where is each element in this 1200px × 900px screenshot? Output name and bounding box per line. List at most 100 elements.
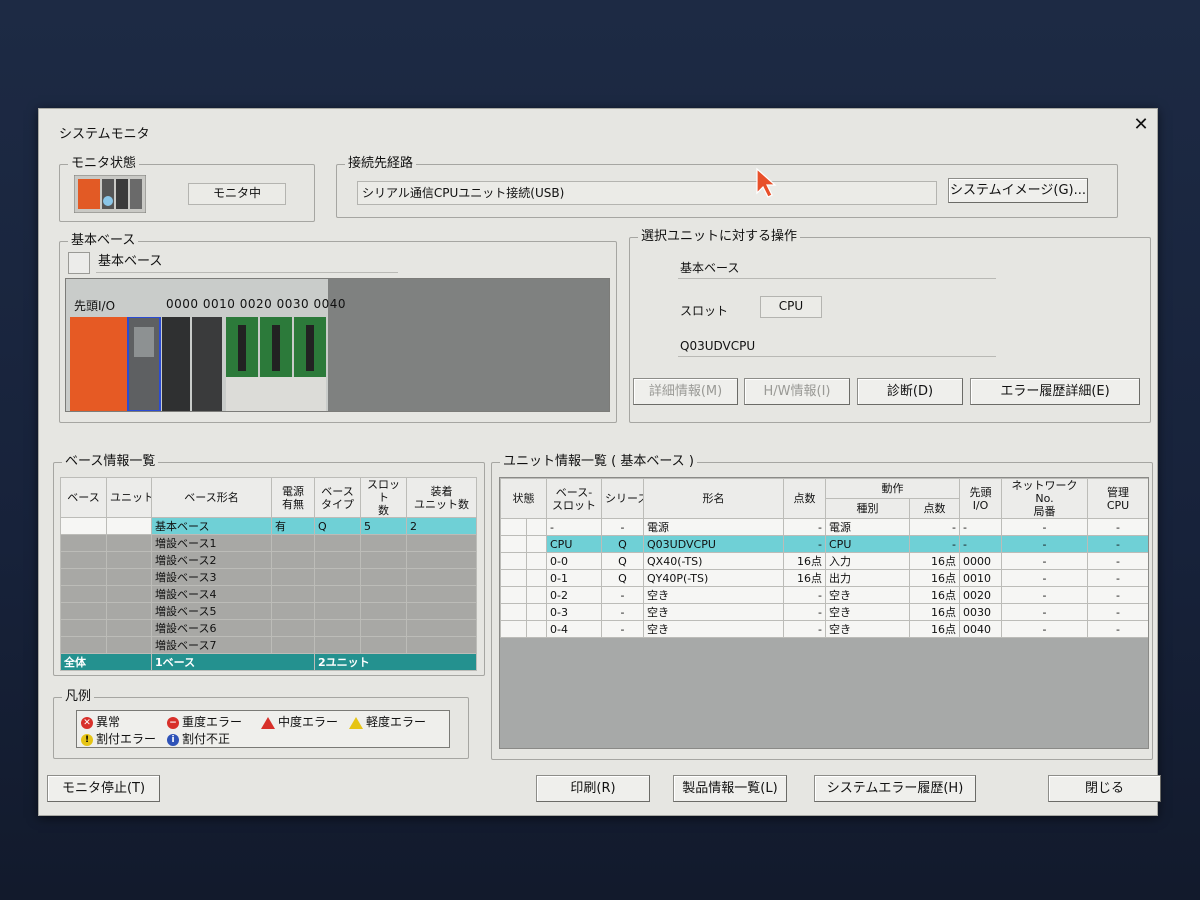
- unit-model-cell: Q03UDVCPU: [643, 535, 784, 553]
- base-list-row[interactable]: 増設ベース2: [60, 551, 477, 569]
- unit-list-row[interactable]: CPU Q Q03UDVCPU - CPU - - - -: [500, 535, 1148, 553]
- unit-op-type-cell: 入力: [825, 552, 910, 570]
- power-cell: [271, 585, 315, 603]
- io-address: 0010: [202, 297, 236, 311]
- base-list-legend: ベース情報一覧: [62, 454, 159, 470]
- unit-series-cell: Q: [601, 552, 644, 570]
- base-legend: 基本ベース: [68, 233, 139, 249]
- unit-list-row[interactable]: 0-2- 空き - 空き 16点 0020- -: [500, 586, 1148, 604]
- base-type-cell: [314, 551, 361, 569]
- power-cell: [271, 619, 315, 637]
- base-model-cell: 増設ベース6: [151, 619, 272, 637]
- unit-series-cell: Q: [601, 535, 644, 553]
- product-info-list-button[interactable]: 製品情報一覧(L): [673, 775, 787, 802]
- unit-op-points-cell: 16点: [909, 552, 960, 570]
- unit-list-group: ユニット情報一覧 ( 基本ベース ) 状態 ベース- スロット シリーズ 形名 …: [491, 454, 1153, 760]
- status-icon-cell: [500, 569, 527, 587]
- stop-monitor-button[interactable]: モニタ停止(T): [47, 775, 160, 802]
- base-cell: [60, 568, 107, 586]
- mounted-units-cell: [406, 534, 477, 552]
- base-list-row[interactable]: 基本ベース有 Q 5 2: [60, 517, 477, 535]
- unit-list-row[interactable]: - - 電源 - 電源 - - - -: [500, 518, 1148, 536]
- print-button[interactable]: 印刷(R): [536, 775, 650, 802]
- base-module-diagram: [70, 317, 326, 411]
- base-type-cell: Q: [314, 517, 361, 535]
- slot-count-cell: [360, 602, 407, 620]
- status-icon-cell: [500, 518, 527, 536]
- base-list-row[interactable]: 増設ベース5: [60, 602, 477, 620]
- unit-list-row[interactable]: 0-4- 空き - 空き 16点 0040- -: [500, 620, 1148, 638]
- base-cell: [60, 534, 107, 552]
- unit-slot-cell: 0-2: [546, 586, 602, 604]
- base-cell: [60, 517, 107, 535]
- col-header-model: 形名: [643, 478, 784, 519]
- unit-slot-cell: -: [546, 518, 602, 536]
- unit-cell: [106, 602, 152, 620]
- base-model-cell: 基本ベース: [151, 517, 272, 535]
- unit-cell: [106, 534, 152, 552]
- unit-mgmt-cpu-cell: -: [1087, 569, 1148, 587]
- io-address: 0030: [276, 297, 310, 311]
- legend-label: 軽度エラー: [366, 715, 427, 729]
- unit-cell: [106, 568, 152, 586]
- status-icon-cell: [500, 586, 527, 604]
- legend-label: 重度エラー: [182, 715, 243, 729]
- power-cell: 有: [271, 517, 315, 535]
- power-cell: [271, 551, 315, 569]
- unit-list-row[interactable]: 0-3- 空き - 空き 16点 0030- -: [500, 603, 1148, 621]
- base-type-cell: [314, 602, 361, 620]
- io-address: 0000: [166, 297, 199, 311]
- unit-mgmt-cpu-cell: -: [1087, 518, 1148, 536]
- unit-list-row[interactable]: 0-0 Q QX40(-TS) 16点 入力 16点 0000- -: [500, 552, 1148, 570]
- legend-item-minor: 軽度エラー: [349, 713, 426, 730]
- mounted-units-cell: [406, 585, 477, 603]
- legend-item-assignment-invalid: i 割付不正: [167, 730, 230, 747]
- close-button[interactable]: 閉じる: [1048, 775, 1161, 802]
- col-header-unit: ユニット: [106, 477, 152, 518]
- unit-list-scroll-area[interactable]: 状態 ベース- スロット シリーズ 形名 点数 動作 先頭 I/O ネットワーク…: [499, 477, 1149, 749]
- status-cell: [526, 603, 547, 621]
- error-x-icon: ✕: [81, 716, 93, 729]
- diagnostics-button[interactable]: 診断(D): [857, 378, 963, 405]
- base-list-row[interactable]: 増設ベース7: [60, 636, 477, 654]
- legend-label: 割付不正: [182, 732, 231, 746]
- unit-network-cell: -: [1001, 603, 1088, 621]
- unit-op-type-cell: 出力: [825, 569, 910, 587]
- base-list-row[interactable]: 増設ベース6: [60, 619, 477, 637]
- system-image-button[interactable]: システムイメージ(G)...: [948, 178, 1088, 203]
- base-color-box: [68, 252, 90, 274]
- base-group: 基本ベース 基本ベース 先頭I/O 0000 0010 0020 0030 00…: [59, 233, 617, 423]
- base-list-row[interactable]: 増設ベース3: [60, 568, 477, 586]
- base-model-cell: 増設ベース4: [151, 585, 272, 603]
- io-address: 0020: [239, 297, 273, 311]
- unit-mgmt-cpu-cell: -: [1087, 603, 1148, 621]
- mounted-units-cell: [406, 636, 477, 654]
- base-list-row[interactable]: 増設ベース4: [60, 585, 477, 603]
- unit-cell: [106, 636, 152, 654]
- unit-list-row[interactable]: 0-1 Q QY40P(-TS) 16点 出力 16点 0010- -: [500, 569, 1148, 587]
- status-icon-cell: [500, 535, 527, 553]
- legend-group: 凡例 ✕ 異常 − 重度エラー 中度エラー 軽度エラー ! 割付エラー i 割付不正: [53, 689, 469, 759]
- unit-slot-cell: CPU: [546, 535, 602, 553]
- unit-network-cell: -: [1001, 535, 1088, 553]
- power-cell: [271, 636, 315, 654]
- base-list-row[interactable]: 増設ベース1: [60, 534, 477, 552]
- status-cell: [526, 569, 547, 587]
- col-header-op-points: 点数: [909, 498, 960, 519]
- system-error-history-button[interactable]: システムエラー履歴(H): [814, 775, 976, 802]
- detail-info-button[interactable]: 詳細情報(M): [633, 378, 738, 405]
- status-icon-cell: [500, 552, 527, 570]
- unit-op-points-cell: 16点: [909, 569, 960, 587]
- plc-monitor-icon: [74, 175, 146, 213]
- close-icon[interactable]: ✕: [1132, 115, 1150, 135]
- hw-info-button[interactable]: H/W情報(I): [744, 378, 850, 405]
- unit-slot-cell: 0-3: [546, 603, 602, 621]
- unit-network-cell: -: [1001, 586, 1088, 604]
- error-history-detail-button[interactable]: エラー履歴詳細(E): [970, 378, 1140, 405]
- base-list-total-row: 全体 1ベース 2ユニット: [60, 653, 477, 671]
- slot-label: スロット: [680, 304, 729, 318]
- slot-count-cell: 5: [360, 517, 407, 535]
- unit-points-cell: -: [783, 535, 826, 553]
- legend-item-assignment-error: ! 割付エラー: [81, 730, 156, 747]
- connection-path-legend: 接続先経路: [345, 156, 417, 172]
